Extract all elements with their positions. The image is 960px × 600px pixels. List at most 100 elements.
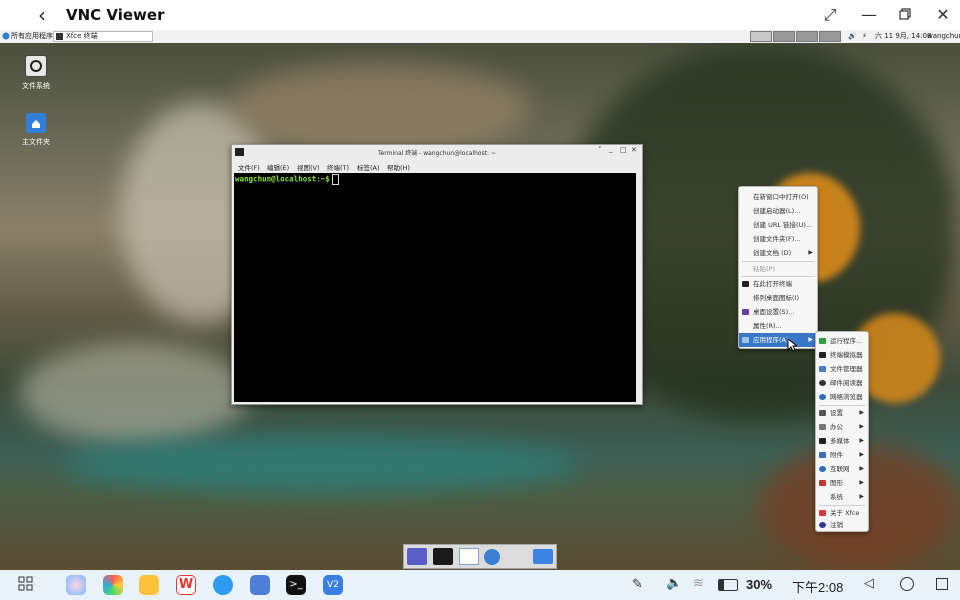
submenu-item-office[interactable]: 办公 ▶	[816, 420, 868, 434]
menu-item-arrange-icons[interactable]: 排列桌面图标(I)	[739, 291, 817, 305]
menu-item-label: 邮件阅读器	[830, 379, 863, 387]
app-1-icon[interactable]	[66, 575, 86, 595]
submenu-item-terminal[interactable]: 终端模拟器	[816, 348, 868, 362]
minimize-icon[interactable]: —	[860, 6, 878, 24]
submenu-arrow-icon: ▶	[859, 409, 864, 416]
volume-icon[interactable]: 🔈	[666, 576, 682, 591]
terminal-menubar: 文件(F) 编辑(E) 视图(V) 终端(T) 标签(A) 帮助(H)	[232, 159, 642, 173]
system-time: 下午2:08	[792, 580, 844, 595]
menu-item-label: 创建文档 (D)	[753, 249, 792, 257]
submenu-item-logout[interactable]: 注销	[816, 520, 868, 530]
menu-item-label: 图形	[830, 479, 843, 487]
drive-icon	[25, 55, 47, 77]
multimedia-icon	[819, 438, 826, 444]
close-icon[interactable]: ✕	[631, 146, 637, 154]
expand-icon[interactable]: ⤢	[821, 6, 839, 24]
desktop-icon-filesystem[interactable]: 文件系统	[6, 55, 66, 91]
menu-item-label: 桌面设置(S)...	[753, 308, 795, 316]
vnc-icon[interactable]: V2	[323, 575, 343, 595]
file-manager-icon[interactable]	[459, 548, 479, 565]
menu-item-open-new-window[interactable]: 在新窗口中打开(O)	[739, 190, 817, 204]
menu-item-create-folder[interactable]: 创建文件夹(F)...	[739, 232, 817, 246]
submenu-item-graphics[interactable]: 图形 ▶	[816, 476, 868, 490]
maximize-icon[interactable]: □	[620, 146, 627, 154]
menu-item-open-terminal-here[interactable]: 在此打开终端	[739, 277, 817, 291]
app-finder-icon[interactable]	[506, 548, 526, 565]
notes-icon[interactable]	[139, 575, 159, 595]
arrow-left-icon[interactable]: ‹	[38, 5, 56, 25]
nav-home-icon[interactable]	[900, 577, 914, 591]
battery-fill	[719, 580, 725, 590]
menu-tabs[interactable]: 标签(A)	[357, 162, 380, 172]
taskbar-item[interactable]: Xfce 终端	[53, 31, 153, 42]
terminal-screen[interactable]: wangchun@localhost:~$	[234, 173, 636, 402]
folder-icon[interactable]	[533, 549, 553, 564]
minimize-icon[interactable]: _	[609, 145, 613, 153]
menu-item-label: 终端模拟器	[830, 351, 863, 359]
task-label: Xfce 终端	[66, 32, 98, 40]
menu-item-create-launcher[interactable]: 创建启动器(L)...	[739, 204, 817, 218]
menu-item-create-document[interactable]: 创建文档 (D) ▶	[739, 246, 817, 260]
terminal-icon[interactable]	[433, 548, 453, 565]
panel-user[interactable]: wangchun	[927, 32, 960, 41]
submenu-item-system[interactable]: 系统 ▶	[816, 490, 868, 504]
submenu-item-multimedia[interactable]: 多媒体 ▶	[816, 434, 868, 448]
menu-item-label: 属性(R)...	[753, 322, 782, 330]
submenu-item-file-manager[interactable]: 文件管理器	[816, 362, 868, 376]
power-icon[interactable]: ⚡	[862, 32, 867, 41]
restore-icon[interactable]	[896, 6, 914, 24]
submenu-item-about-xfce[interactable]: 关于 Xfce	[816, 506, 868, 520]
menu-item-label: 创建 URL 链接(U)...	[753, 221, 813, 229]
menu-file[interactable]: 文件(F)	[238, 162, 260, 172]
browser-icon	[819, 394, 826, 400]
show-desktop-icon[interactable]	[407, 548, 427, 565]
browser-icon[interactable]	[484, 549, 500, 565]
terminal-titlebar[interactable]: Terminal 终端 - wangchun@localhost: ~ ˅ _ …	[232, 145, 642, 159]
desktop-icon-label: 主文件夹	[22, 138, 50, 146]
volume-icon[interactable]: 🔊	[848, 32, 857, 41]
desktop-icon-home[interactable]: 主文件夹	[6, 113, 66, 147]
terminal-icon[interactable]: >_	[286, 575, 306, 595]
workspace-1[interactable]	[750, 31, 772, 42]
wps-icon[interactable]: W	[176, 575, 196, 595]
about-icon	[819, 510, 826, 516]
submenu-item-run-program[interactable]: 运行程序...	[816, 334, 868, 348]
menu-edit[interactable]: 编辑(E)	[267, 162, 289, 172]
feather-icon[interactable]	[250, 575, 270, 595]
panel-clock[interactable]: 六 11 9月, 14:08	[875, 32, 931, 41]
pen-icon[interactable]: ✎	[632, 577, 643, 592]
photos-icon[interactable]	[103, 575, 123, 595]
apps-menu-button[interactable]: 所有应用程序	[11, 32, 53, 41]
submenu-arrow-icon: ▶	[859, 451, 864, 458]
wifi-off-icon[interactable]: ≋	[693, 576, 704, 591]
menu-arrow-icon[interactable]: ˅	[598, 146, 602, 154]
workspace-4[interactable]	[819, 31, 841, 42]
settings-icon	[819, 410, 826, 416]
menu-help[interactable]: 帮助(H)	[387, 162, 410, 172]
submenu-item-mail[interactable]: 邮件阅读器	[816, 376, 868, 390]
submenu-item-accessories[interactable]: 附件 ▶	[816, 448, 868, 462]
menu-item-properties[interactable]: 属性(R)...	[739, 319, 817, 333]
run-icon	[819, 338, 826, 344]
nav-recents-icon[interactable]	[936, 578, 948, 590]
workspace-3[interactable]	[796, 31, 818, 42]
menu-item-applications[interactable]: 应用程序(A) ▶	[739, 333, 817, 347]
grid-icon[interactable]	[18, 576, 34, 592]
menu-item-desktop-settings[interactable]: 桌面设置(S)...	[739, 305, 817, 319]
menu-terminal[interactable]: 终端(T)	[327, 162, 349, 172]
submenu-item-settings[interactable]: 设置 ▶	[816, 406, 868, 420]
nav-back-icon[interactable]: ◁	[864, 576, 874, 591]
terminal-window[interactable]: Terminal 终端 - wangchun@localhost: ~ ˅ _ …	[231, 144, 643, 405]
submenu-item-internet[interactable]: 互联网 ▶	[816, 462, 868, 476]
menu-item-create-url[interactable]: 创建 URL 链接(U)...	[739, 218, 817, 232]
office-icon	[819, 424, 826, 430]
submenu-item-browser[interactable]: 网络浏览器	[816, 390, 868, 404]
menu-item-label: 在新窗口中打开(O)	[753, 193, 809, 201]
browser-icon[interactable]	[213, 575, 233, 595]
xfce-logo-icon[interactable]	[2, 32, 10, 40]
desktop-background[interactable]: 文件系统 主文件夹 Terminal 终端 - wangchun@localho…	[0, 43, 960, 570]
menu-view[interactable]: 视图(V)	[297, 162, 320, 172]
prompt-text: wangchun@localhost:~$	[235, 174, 330, 184]
close-icon[interactable]: ✕	[934, 6, 952, 24]
workspace-2[interactable]	[773, 31, 795, 42]
